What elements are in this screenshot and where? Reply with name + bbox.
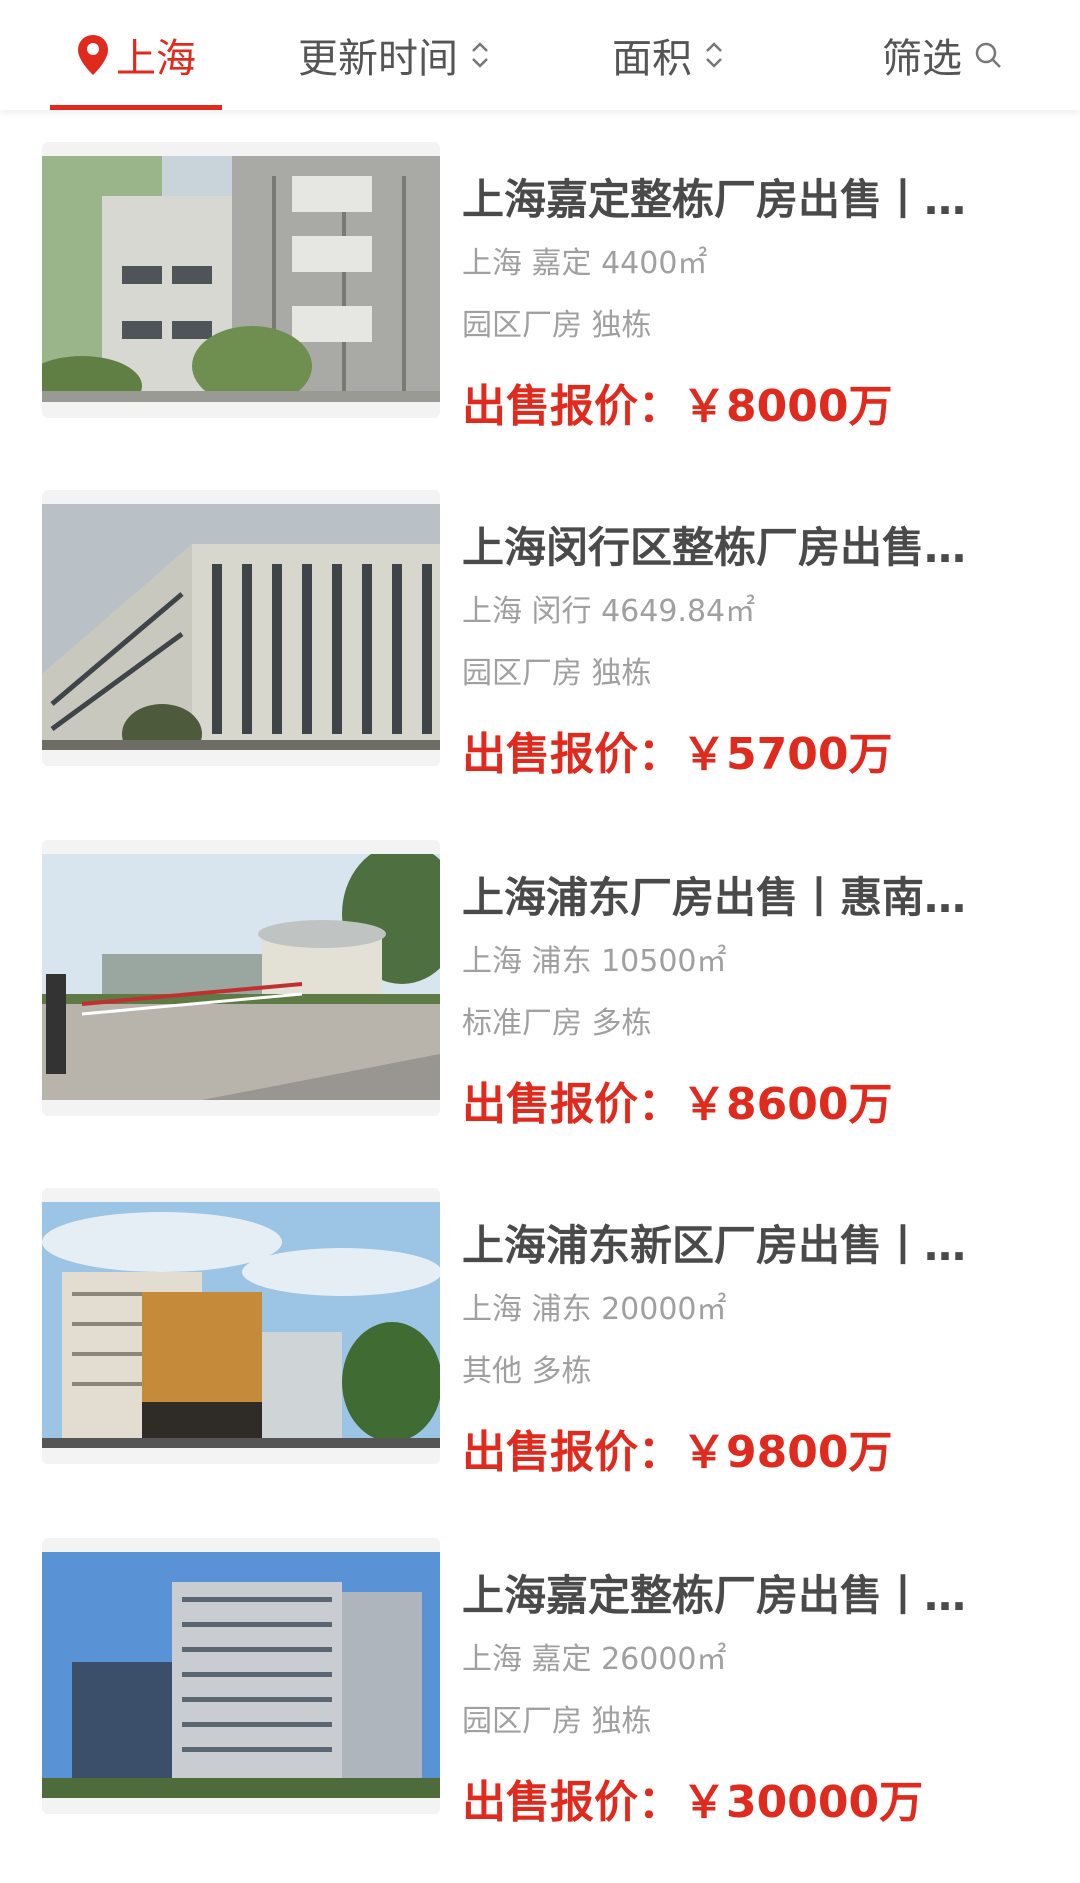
listing-price: 出售报价：￥9800万: [462, 1416, 892, 1480]
listing-tags: 标准厂房 多栋: [462, 1006, 652, 1041]
listing-tags: 园区厂房 独栋: [462, 308, 652, 343]
price-value: ￥30000万: [682, 1777, 924, 1828]
listing-card[interactable]: 上海嘉定整栋厂房出售丨… 上海 嘉定 26000㎡ 园区厂房 独栋 出售报价：￥…: [0, 1538, 1080, 1838]
listing-title: 上海嘉定整栋厂房出售丨…: [462, 1571, 967, 1620]
listing-title: 上海浦东新区厂房出售丨…: [462, 1221, 967, 1270]
listing-card[interactable]: 上海嘉定整栋厂房出售丨… 上海 嘉定 4400㎡ 园区厂房 独栋 出售报价：￥8…: [0, 142, 1080, 442]
sort-arrows-icon: [472, 42, 488, 68]
city-selector[interactable]: 上海: [50, 0, 222, 110]
filter-bar: 上海 更新时间 面积 筛选: [0, 0, 1080, 110]
listing-photo: [42, 1538, 440, 1814]
price-label: 出售报价：: [462, 1079, 682, 1130]
sort-by-update-time[interactable]: 更新时间: [298, 0, 492, 110]
listing-card[interactable]: 上海闵行区整栋厂房出售… 上海 闵行 4649.84㎡ 园区厂房 独栋 出售报价…: [0, 490, 1080, 790]
listing-title: 上海浦东厂房出售丨惠南…: [462, 873, 967, 922]
active-tab-indicator: [50, 105, 222, 110]
price-label: 出售报价：: [462, 381, 682, 432]
sort-arrows-icon: [706, 42, 722, 68]
search-icon: [975, 42, 1001, 68]
listing-tags: 园区厂房 独栋: [462, 656, 652, 691]
listing-card[interactable]: 上海浦东新区厂房出售丨… 上海 浦东 20000㎡ 其他 多栋 出售报价：￥98…: [0, 1188, 1080, 1488]
price-label: 出售报价：: [462, 1777, 682, 1828]
price-label: 出售报价：: [462, 729, 682, 780]
listing-photo: [42, 142, 440, 418]
price-value: ￥9800万: [682, 1427, 893, 1478]
listing-location: 上海 浦东 20000㎡: [462, 1292, 727, 1327]
price-label: 出售报价：: [462, 1427, 682, 1478]
price-value: ￥8600万: [682, 1079, 893, 1130]
listing-photo: [42, 1188, 440, 1464]
listing-location: 上海 浦东 10500㎡: [462, 944, 727, 979]
sort-by-area[interactable]: 面积: [612, 0, 726, 110]
listing-price: 出售报价：￥8000万: [462, 370, 892, 434]
city-label: 上海: [116, 36, 196, 82]
listing-price: 出售报价：￥30000万: [462, 1766, 923, 1830]
listing-price: 出售报价：￥8600万: [462, 1068, 892, 1132]
listing-title: 上海闵行区整栋厂房出售…: [462, 523, 967, 572]
area-label: 面积: [612, 36, 692, 82]
filter-label: 筛选: [882, 36, 962, 82]
update-time-label: 更新时间: [298, 36, 458, 82]
location-pin-icon: [78, 35, 108, 75]
listing-photo: [42, 840, 440, 1116]
listing-card[interactable]: 上海浦东厂房出售丨惠南… 上海 浦东 10500㎡ 标准厂房 多栋 出售报价：￥…: [0, 840, 1080, 1140]
listing-price: 出售报价：￥5700万: [462, 718, 892, 782]
filter-button[interactable]: 筛选: [882, 0, 1002, 110]
price-value: ￥5700万: [682, 729, 893, 780]
listing-location: 上海 嘉定 4400㎡: [462, 246, 708, 281]
price-value: ￥8000万: [682, 381, 893, 432]
listing-location: 上海 闵行 4649.84㎡: [462, 594, 756, 629]
listing-tags: 园区厂房 独栋: [462, 1704, 652, 1739]
listing-tags: 其他 多栋: [462, 1354, 592, 1389]
listing-title: 上海嘉定整栋厂房出售丨…: [462, 175, 967, 224]
listing-photo: [42, 490, 440, 766]
listing-location: 上海 嘉定 26000㎡: [462, 1642, 727, 1677]
